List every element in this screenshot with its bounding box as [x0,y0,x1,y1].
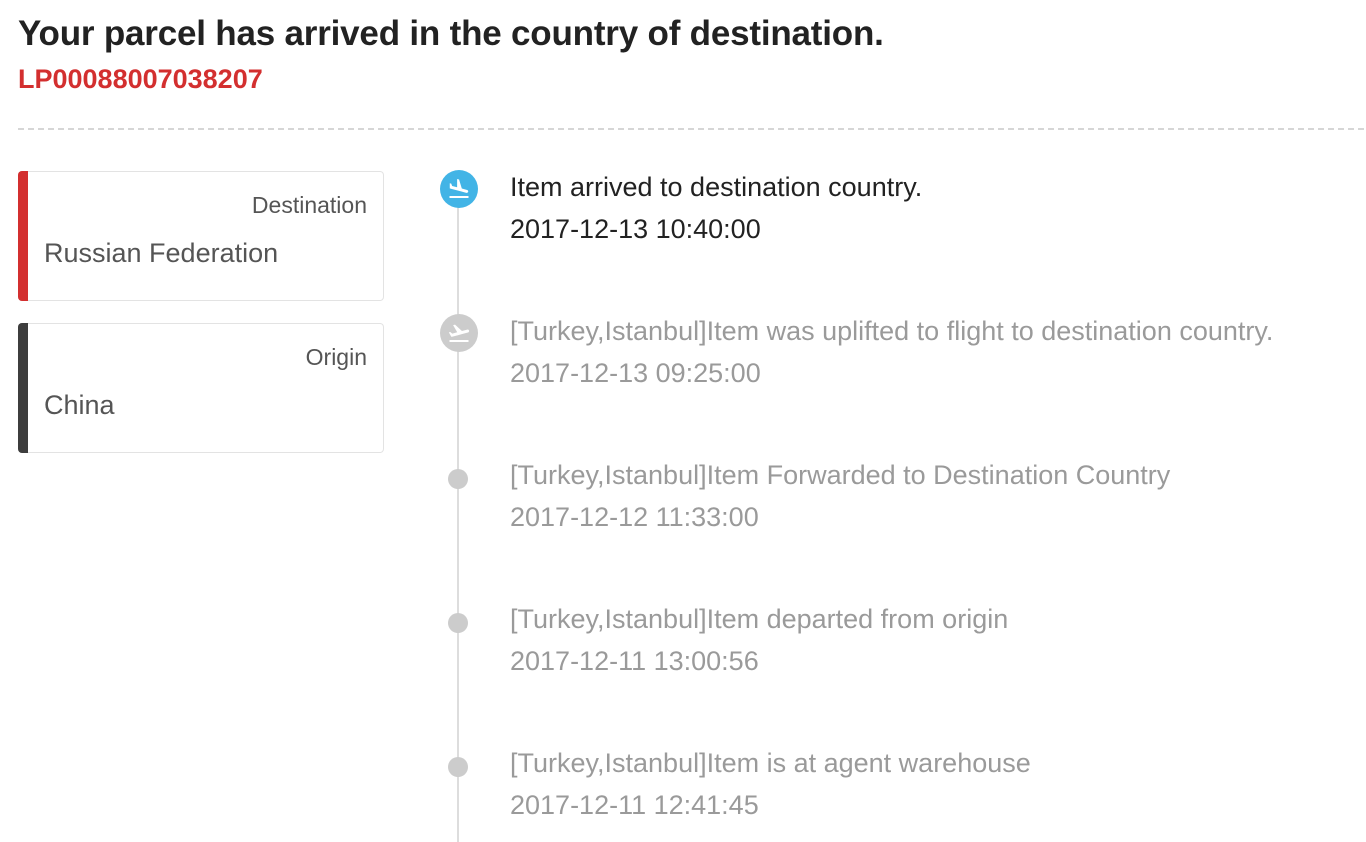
event-time: 2017-12-13 10:40:00 [510,214,761,244]
event-description: Item arrived to destination country. [510,172,923,202]
origin-value: China [44,390,115,420]
event-description: [Turkey,Istanbul]Item was uplifted to fl… [510,316,1274,346]
origin-label: Origin [305,344,367,370]
header-divider [18,128,1364,130]
event-time: 2017-12-11 12:41:45 [510,790,759,820]
plane-takeoff-icon [440,314,478,352]
timeline-dot-icon [448,613,468,633]
event-time: 2017-12-13 09:25:00 [510,358,761,388]
timeline-event: Item arrived to destination country. 201… [440,170,1360,270]
plane-landing-icon [440,170,478,208]
event-description: [Turkey,Istanbul]Item is at agent wareho… [510,748,1031,778]
timeline-event: [Turkey,Istanbul]Item is at agent wareho… [440,746,1360,842]
tracking-page: Your parcel has arrived in the country o… [0,0,1366,842]
event-description: [Turkey,Istanbul]Item Forwarded to Desti… [510,460,1171,490]
destination-card: Destination Russian Federation [18,171,384,301]
origin-card: Origin China [18,323,384,453]
tracking-number: LP00088007038207 [18,64,263,94]
page-title: Your parcel has arrived in the country o… [18,14,884,53]
timeline-event: [Turkey,Istanbul]Item departed from orig… [440,602,1360,702]
event-time: 2017-12-11 13:00:56 [510,646,759,676]
event-description: [Turkey,Istanbul]Item departed from orig… [510,604,1009,634]
destination-accent-bar [18,171,28,301]
timeline-dot-icon [448,757,468,777]
timeline-event: [Turkey,Istanbul]Item Forwarded to Desti… [440,458,1360,558]
timeline-dot-icon [448,469,468,489]
destination-value: Russian Federation [44,238,279,268]
destination-label: Destination [251,192,367,218]
origin-accent-bar [18,323,28,453]
event-time: 2017-12-12 11:33:00 [510,502,759,532]
timeline-event: [Turkey,Istanbul]Item was uplifted to fl… [440,314,1360,414]
